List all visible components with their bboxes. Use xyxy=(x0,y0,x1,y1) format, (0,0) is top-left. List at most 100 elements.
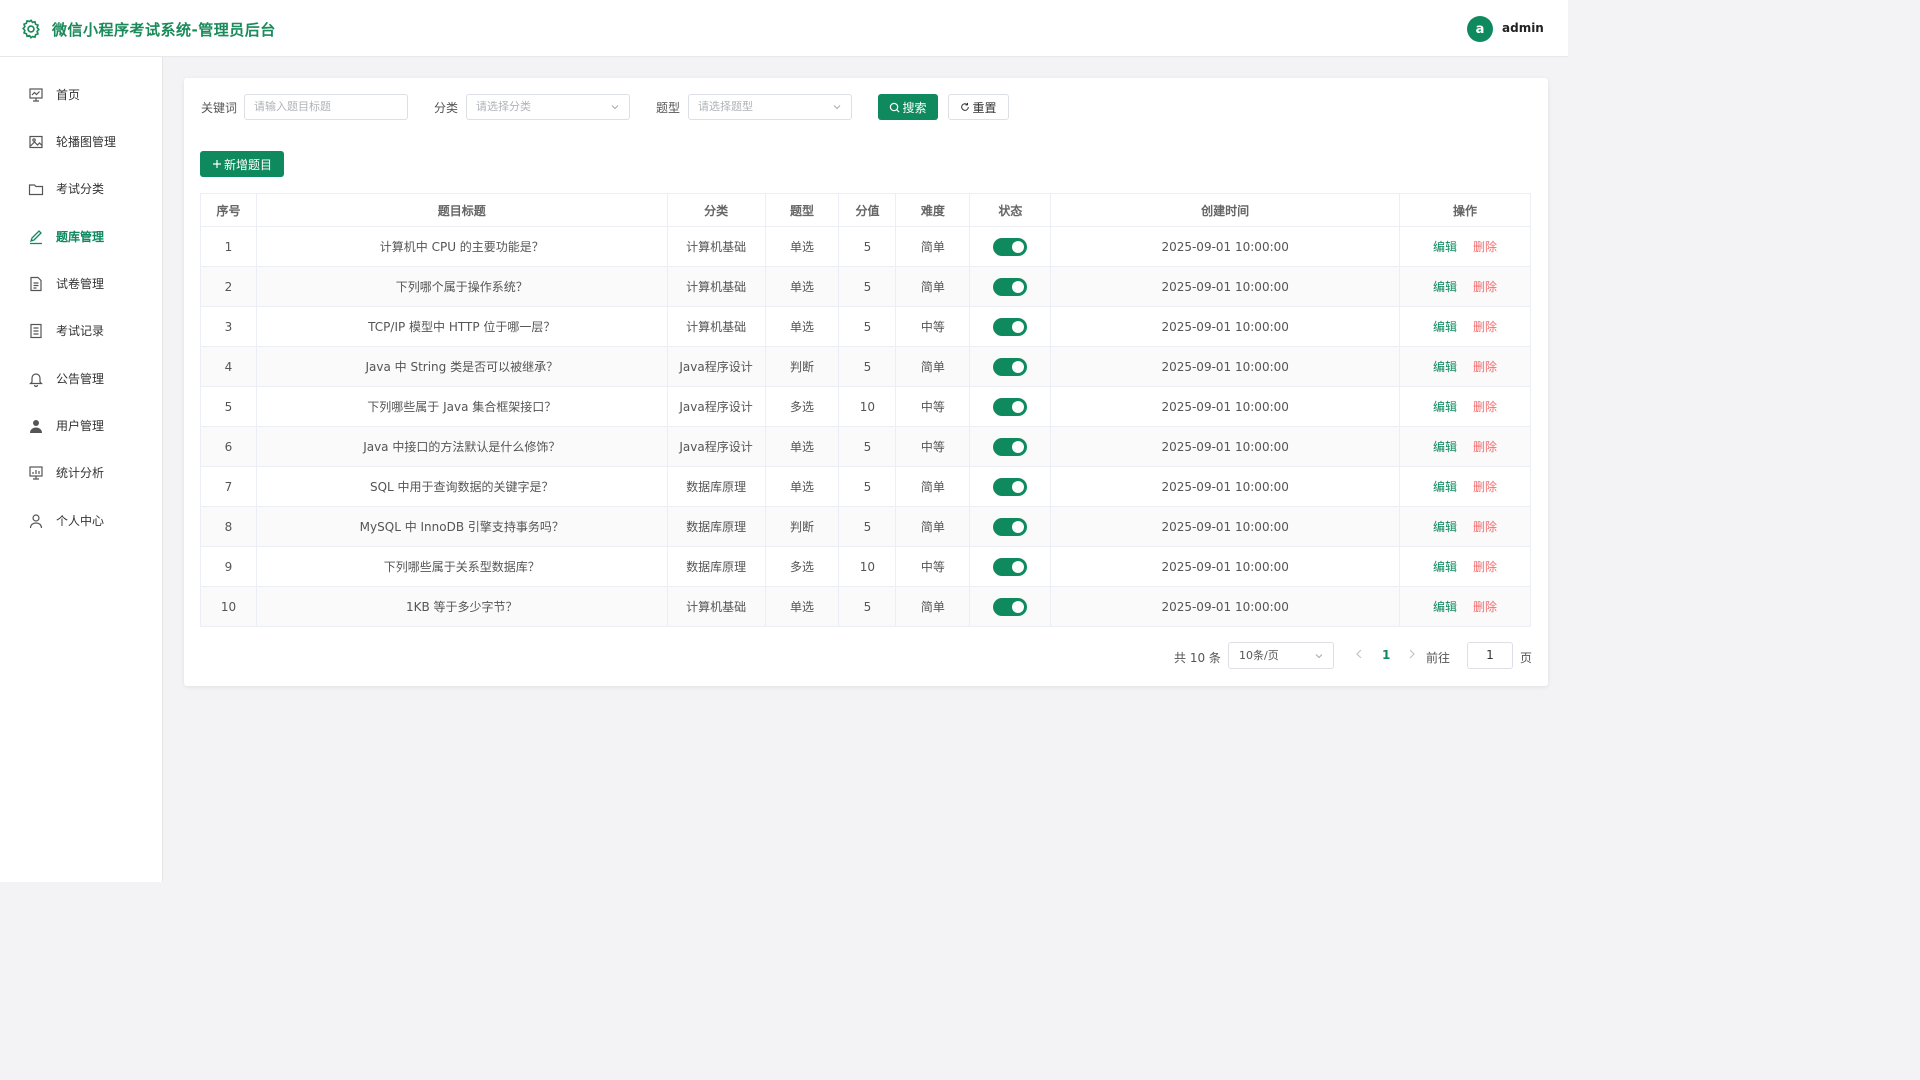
question-difficulty: 中等 xyxy=(895,546,971,587)
column-header: 序号 xyxy=(200,193,257,227)
avatar[interactable]: a xyxy=(1467,16,1493,42)
delete-button[interactable]: 删除 xyxy=(1473,480,1497,494)
question-score: 5 xyxy=(838,426,897,467)
next-page-icon[interactable] xyxy=(1407,648,1417,660)
edit-button[interactable]: 编辑 xyxy=(1433,440,1457,454)
goto-label: 前往 xyxy=(1426,651,1451,665)
page-size-select[interactable]: 10条/页 xyxy=(1228,642,1334,669)
keyword-input[interactable]: 请输入题目标题 xyxy=(244,94,408,120)
page-suffix: 页 xyxy=(1520,651,1533,665)
status-toggle[interactable] xyxy=(993,597,1028,616)
user-filled-icon xyxy=(30,420,42,433)
search-button[interactable]: 搜索 xyxy=(878,94,938,120)
table-row: 3 TCP/IP 模型中 HTTP 位于哪一层？ 计算机基础 单选 5 中等 2025-09… xyxy=(200,306,1531,347)
current-page-number[interactable]: 1 xyxy=(1382,648,1390,662)
question-score: 5 xyxy=(838,306,897,347)
status-toggle[interactable] xyxy=(993,477,1028,496)
delete-button[interactable]: 删除 xyxy=(1473,560,1497,574)
table-row: 4 Java 中 String 类是否可以被继承？ Java程序设计 判断 5 简单 202… xyxy=(200,346,1531,387)
edit-button[interactable]: 编辑 xyxy=(1433,240,1457,254)
status-toggle[interactable] xyxy=(993,437,1028,456)
type-select[interactable]: 请选择题型 xyxy=(688,94,852,120)
delete-button[interactable]: 删除 xyxy=(1473,280,1497,294)
status-cell xyxy=(969,266,1052,307)
status-toggle[interactable] xyxy=(993,517,1028,536)
chevron-down-icon xyxy=(1315,654,1323,659)
sidebar-item-category[interactable]: 考试分类 xyxy=(0,169,163,209)
delete-button[interactable]: 删除 xyxy=(1473,440,1497,454)
chart-icon xyxy=(29,466,43,480)
sidebar-item-papers[interactable]: 试卷管理 xyxy=(0,264,163,304)
sidebar-item-label: 试卷管理 xyxy=(56,277,105,291)
question-type: 单选 xyxy=(764,426,840,467)
status-toggle[interactable] xyxy=(993,317,1028,336)
goto-page-input[interactable]: 1 xyxy=(1467,642,1513,669)
delete-button[interactable]: 删除 xyxy=(1473,320,1497,334)
category-select[interactable]: 请选择分类 xyxy=(466,94,630,120)
actions-cell: 编辑 删除 xyxy=(1399,586,1531,627)
question-type: 单选 xyxy=(764,466,840,507)
status-toggle[interactable] xyxy=(993,357,1028,376)
delete-button[interactable]: 删除 xyxy=(1473,600,1497,614)
username[interactable]: admin xyxy=(1502,21,1544,35)
question-score: 10 xyxy=(838,546,897,587)
sidebar-item-stats[interactable]: 统计分析 xyxy=(0,453,163,493)
sidebar-item-label: 题库管理 xyxy=(56,230,105,244)
app-title: 微信小程序考试系统-管理员后台 xyxy=(52,21,276,39)
sidebar-item-banner[interactable]: 轮播图管理 xyxy=(0,122,163,162)
row-number: 8 xyxy=(200,506,257,547)
folder-icon xyxy=(28,184,44,196)
sidebar-item-home[interactable]: 首页 xyxy=(0,75,163,115)
edit-button[interactable]: 编辑 xyxy=(1433,480,1457,494)
question-title: 下列哪些属于关系型数据库？ xyxy=(255,546,668,587)
sidebar-item-users[interactable]: 用户管理 xyxy=(0,406,163,446)
edit-button[interactable]: 编辑 xyxy=(1433,600,1457,614)
edit-button[interactable]: 编辑 xyxy=(1433,520,1457,534)
edit-button[interactable]: 编辑 xyxy=(1433,400,1457,414)
sidebar-item-records[interactable]: 考试记录 xyxy=(0,311,163,351)
question-type: 单选 xyxy=(764,586,840,627)
status-cell xyxy=(969,546,1052,587)
status-cell xyxy=(969,306,1052,347)
actions-cell: 编辑 删除 xyxy=(1399,546,1531,587)
question-difficulty: 简单 xyxy=(895,506,971,547)
column-header: 操作 xyxy=(1399,193,1531,227)
created-time: 2025-09-01 10:00:00 xyxy=(1050,546,1401,587)
content-card: 关键词 请输入题目标题 分类 请选择分类 题型 请选择题型 搜索 重置 新增题目… xyxy=(184,78,1548,686)
actions-cell: 编辑 删除 xyxy=(1399,306,1531,347)
edit-button[interactable]: 编辑 xyxy=(1433,280,1457,294)
status-toggle[interactable] xyxy=(993,397,1028,416)
question-difficulty: 中等 xyxy=(895,426,971,467)
sidebar: 首页 轮播图管理 考试分类 题库管理 试卷管理 考试记录 公告管理 用户管理 统… xyxy=(0,57,163,882)
row-number: 4 xyxy=(200,346,257,387)
status-toggle[interactable] xyxy=(993,277,1028,296)
created-time: 2025-09-01 10:00:00 xyxy=(1050,306,1401,347)
edit-button[interactable]: 编辑 xyxy=(1433,320,1457,334)
add-question-button[interactable]: 新增题目 xyxy=(200,151,284,177)
sidebar-item-label: 个人中心 xyxy=(56,514,105,528)
prev-page-icon[interactable] xyxy=(1354,648,1364,660)
created-time: 2025-09-01 10:00:00 xyxy=(1050,346,1401,387)
delete-button[interactable]: 删除 xyxy=(1473,520,1497,534)
delete-button[interactable]: 删除 xyxy=(1473,360,1497,374)
delete-button[interactable]: 删除 xyxy=(1473,400,1497,414)
question-difficulty: 简单 xyxy=(895,266,971,307)
status-toggle[interactable] xyxy=(993,557,1028,576)
keyword-label: 关键词 xyxy=(201,101,238,115)
sidebar-item-question-bank[interactable]: 题库管理 xyxy=(0,217,163,257)
total-count: 共 10 条 xyxy=(1174,651,1221,665)
question-title: Java 中 String 类是否可以被继承？ xyxy=(255,346,668,387)
created-time: 2025-09-01 10:00:00 xyxy=(1050,586,1401,627)
edit-button[interactable]: 编辑 xyxy=(1433,560,1457,574)
search-icon xyxy=(890,102,900,113)
question-difficulty: 简单 xyxy=(895,466,971,507)
sidebar-item-notice[interactable]: 公告管理 xyxy=(0,359,163,399)
actions-cell: 编辑 删除 xyxy=(1399,226,1531,267)
question-title: 下列哪些属于 Java 集合框架接口？ xyxy=(255,386,668,427)
reset-button[interactable]: 重置 xyxy=(948,94,1009,120)
edit-button[interactable]: 编辑 xyxy=(1433,360,1457,374)
sidebar-item-profile[interactable]: 个人中心 xyxy=(0,501,163,541)
bell-icon xyxy=(29,373,43,387)
delete-button[interactable]: 删除 xyxy=(1473,240,1497,254)
status-toggle[interactable] xyxy=(993,237,1028,256)
